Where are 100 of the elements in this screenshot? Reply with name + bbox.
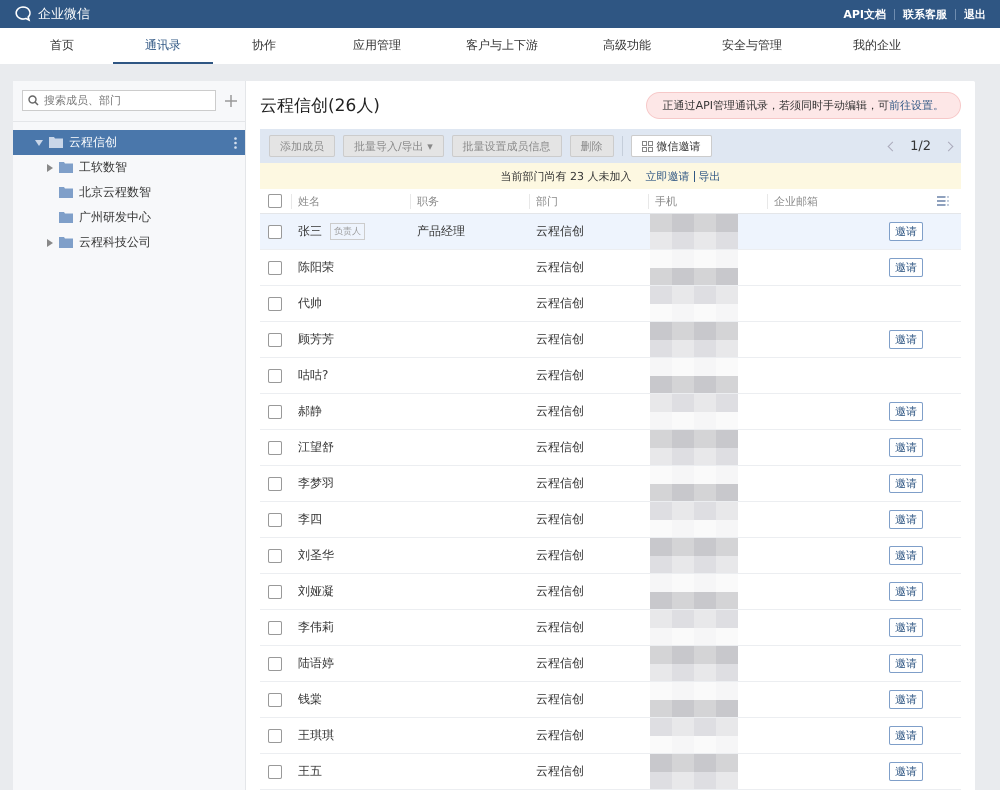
invite-button[interactable]: 邀请: [889, 762, 923, 781]
table-row[interactable]: 江望舒 云程信创 邀请: [260, 430, 961, 466]
tree-item[interactable]: 云程科技公司: [13, 230, 245, 255]
invite-button[interactable]: 邀请: [889, 726, 923, 745]
nav-tab[interactable]: 高级功能: [565, 28, 689, 64]
member-name: 陆语婷: [298, 655, 334, 672]
invite-button[interactable]: 邀请: [889, 330, 923, 349]
folder-icon: [59, 162, 73, 173]
nav-tab[interactable]: 安全与管理: [690, 28, 814, 64]
table-row[interactable]: 王五 云程信创 邀请: [260, 754, 961, 790]
row-checkbox[interactable]: [268, 224, 282, 238]
table-row[interactable]: 王琪琪 云程信创 邀请: [260, 718, 961, 754]
row-checkbox[interactable]: [268, 440, 282, 454]
row-checkbox[interactable]: [268, 332, 282, 346]
nav-tab[interactable]: 我的企业: [815, 28, 939, 64]
collapsed-arrow-icon: [47, 238, 53, 246]
table-row[interactable]: 陆语婷 云程信创 邀请: [260, 646, 961, 682]
invite-button[interactable]: 邀请: [889, 222, 923, 241]
header-link[interactable]: API文档: [843, 6, 886, 22]
add-icon[interactable]: [225, 94, 237, 106]
header-link[interactable]: 联系客服: [903, 6, 947, 22]
tree-item[interactable]: 北京云程数智: [13, 180, 245, 205]
page-indicator: 1/2: [909, 138, 932, 154]
row-checkbox[interactable]: [268, 404, 282, 418]
role-tag: 负责人: [330, 223, 365, 240]
department-title: 云程信创(26人): [260, 94, 380, 116]
member-name: 钱棠: [298, 691, 322, 708]
tree-item[interactable]: 工软数智: [13, 155, 245, 180]
notice-text: 正通过API管理通讯录，若须同时手动编辑，可: [662, 98, 889, 112]
table-row[interactable]: 郝静 云程信创 邀请: [260, 394, 961, 430]
row-checkbox[interactable]: [268, 728, 282, 742]
table-row[interactable]: 李四 云程信创 邀请: [260, 502, 961, 538]
row-checkbox[interactable]: [268, 764, 282, 778]
row-checkbox[interactable]: [268, 260, 282, 274]
banner-link[interactable]: 立即邀请: [646, 168, 690, 184]
row-checkbox[interactable]: [268, 692, 282, 706]
select-all-checkbox[interactable]: [268, 194, 282, 208]
member-name: 代帅: [298, 295, 322, 312]
table-row[interactable]: 顾芳芳 云程信创 邀请: [260, 322, 961, 358]
table-row[interactable]: 刘圣华 云程信创 邀请: [260, 538, 961, 574]
invite-button[interactable]: 邀请: [889, 690, 923, 709]
settings-link[interactable]: 前往设置。: [889, 98, 944, 112]
member-name: 郝静: [298, 403, 322, 420]
more-icon[interactable]: [234, 136, 237, 148]
department-name: 云程信创: [536, 439, 584, 456]
table-row[interactable]: 张三 负责人 产品经理 云程信创 邀请: [260, 214, 961, 250]
banner-link[interactable]: 导出: [698, 168, 720, 184]
header-link[interactable]: 退出: [964, 6, 986, 22]
table-row[interactable]: 李梦羽 云程信创 邀请: [260, 466, 961, 502]
table-row[interactable]: 代帅 云程信创: [260, 286, 961, 322]
member-name: 王琪琪: [298, 727, 334, 744]
department-name: 云程信创: [536, 727, 584, 744]
row-checkbox[interactable]: [268, 548, 282, 562]
row-checkbox[interactable]: [268, 296, 282, 310]
department-name: 云程信创: [536, 367, 584, 384]
column-header: 企业邮箱: [767, 194, 961, 208]
column-settings-icon[interactable]: [937, 196, 949, 206]
row-checkbox[interactable]: [268, 368, 282, 382]
nav-tab[interactable]: 协作: [214, 28, 314, 64]
banner-text: 当前部门尚有 23 人未加入: [500, 168, 632, 184]
member-name: 顾芳芳: [298, 331, 334, 348]
invite-button[interactable]: 邀请: [889, 258, 923, 277]
member-name: 李伟莉: [298, 619, 334, 636]
table-row[interactable]: 咕咕? 云程信创: [260, 358, 961, 394]
member-name: 李四: [298, 511, 322, 528]
row-checkbox[interactable]: [268, 584, 282, 598]
member-name: 刘娅凝: [298, 583, 334, 600]
row-checkbox[interactable]: [268, 656, 282, 670]
department-name: 云程信创: [536, 655, 584, 672]
invite-button[interactable]: 邀请: [889, 654, 923, 673]
toolbar-button[interactable]: 微信邀请: [630, 135, 712, 157]
nav-tab[interactable]: 通讯录: [113, 28, 213, 64]
invite-button[interactable]: 邀请: [889, 510, 923, 529]
member-name: 陈阳荣: [298, 259, 334, 276]
tree-item[interactable]: 云程信创: [13, 130, 245, 155]
row-checkbox[interactable]: [268, 476, 282, 490]
invite-button[interactable]: 邀请: [889, 546, 923, 565]
invite-button[interactable]: 邀请: [889, 438, 923, 457]
nav-tab[interactable]: 应用管理: [315, 28, 439, 64]
table-row[interactable]: 李伟莉 云程信创 邀请: [260, 610, 961, 646]
department-name: 云程信创: [536, 511, 584, 528]
invite-button[interactable]: 邀请: [889, 618, 923, 637]
row-checkbox[interactable]: [268, 512, 282, 526]
row-checkbox[interactable]: [268, 620, 282, 634]
table-row[interactable]: 钱棠 云程信创 邀请: [260, 682, 961, 718]
nav-tab[interactable]: 首页: [12, 28, 112, 64]
invite-button[interactable]: 邀请: [889, 402, 923, 421]
folder-icon: [49, 137, 63, 148]
nav-tab[interactable]: 客户与上下游: [440, 28, 564, 64]
qr-code-icon: [642, 140, 653, 152]
table-row[interactable]: 陈阳荣 云程信创 邀请: [260, 250, 961, 286]
search-field[interactable]: 搜索成员、部门: [22, 90, 216, 111]
invite-button[interactable]: 邀请: [889, 474, 923, 493]
app-name: 企业微信: [38, 6, 90, 23]
column-header: 部门: [529, 194, 655, 208]
tree-item[interactable]: 广州研发中心: [13, 205, 245, 230]
table-row[interactable]: 刘娅凝 云程信创 邀请: [260, 574, 961, 610]
invite-button[interactable]: 邀请: [889, 582, 923, 601]
expanded-arrow-icon: [35, 140, 43, 146]
column-header: 手机: [648, 194, 774, 208]
